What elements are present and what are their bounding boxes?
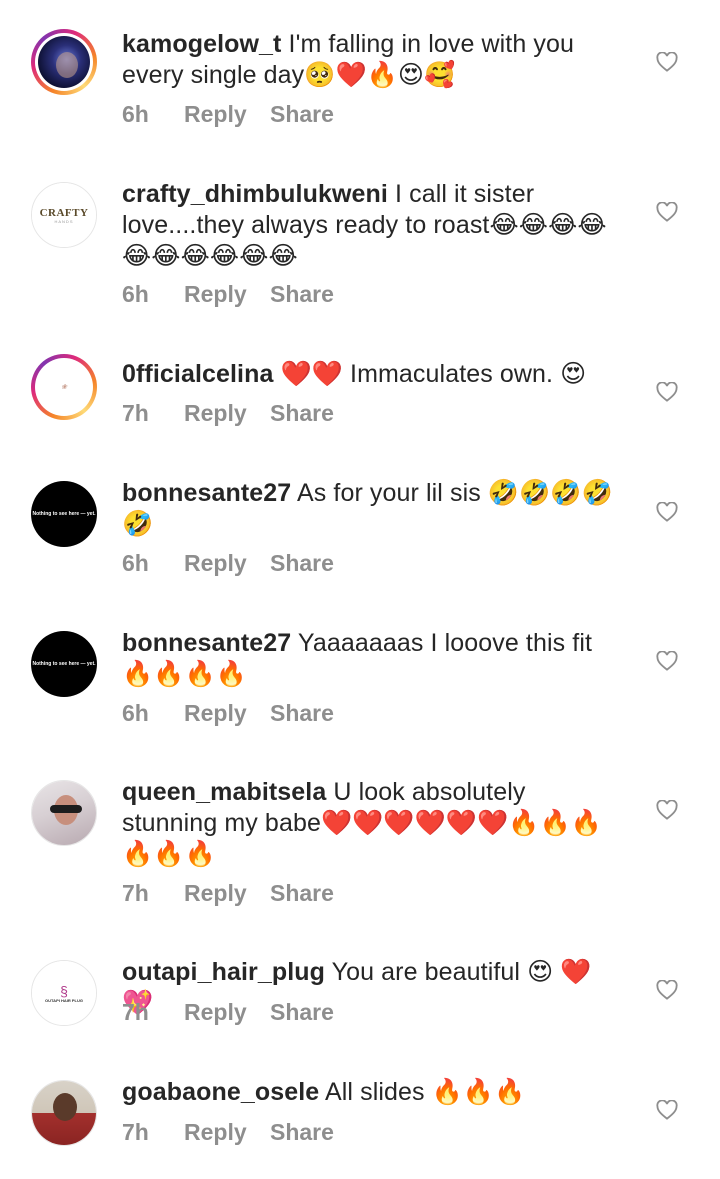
crafty-logo-text: CRAFTY: [39, 206, 89, 219]
heart-outline-icon[interactable]: [656, 980, 678, 1000]
comment-username[interactable]: bonnesante27: [122, 629, 291, 657]
reply-button[interactable]: Reply: [184, 1119, 270, 1146]
comment-actions: 7h Reply Share: [122, 1119, 334, 1146]
comment-actions: 6h Reply Share: [122, 700, 334, 727]
comment-actions: 7h Reply Share: [122, 400, 334, 427]
comment-timestamp: 6h: [122, 700, 149, 726]
heart-outline-icon[interactable]: [656, 1100, 678, 1120]
comment-timestamp: 7h: [122, 999, 149, 1025]
comment-actions: 7h Reply Share: [122, 880, 334, 907]
share-button[interactable]: Share: [270, 101, 334, 128]
comment-timestamp: 7h: [122, 400, 149, 426]
avatar[interactable]: [31, 29, 97, 95]
comment-timestamp: 7h: [122, 880, 149, 906]
comment-text: All slides 🔥🔥🔥: [324, 1078, 526, 1106]
comment-actions: 6h Reply Share: [122, 550, 334, 577]
share-button[interactable]: Share: [270, 1119, 334, 1146]
reply-button[interactable]: Reply: [184, 400, 270, 427]
avatar[interactable]: CRAFTY HANDS: [31, 182, 97, 248]
heart-outline-icon[interactable]: [656, 502, 678, 522]
avatar-placeholder-text: Nothing to see here — yet.: [31, 631, 97, 697]
outapi-logo-mark: §: [60, 982, 68, 999]
share-button[interactable]: Share: [270, 700, 334, 727]
reply-button[interactable]: Reply: [184, 281, 270, 308]
reply-button[interactable]: Reply: [184, 999, 270, 1026]
comment-text-block: queen_mabitsela U look absolutely stunni…: [122, 777, 622, 870]
avatar[interactable]: Nothing to see here — yet.: [31, 481, 97, 547]
reply-button[interactable]: Reply: [184, 700, 270, 727]
comment-text-block: crafty_dhimbulukweni I call it sister lo…: [122, 179, 622, 272]
comment-username[interactable]: bonnesante27: [122, 479, 291, 507]
comment-username[interactable]: queen_mabitsela: [122, 778, 326, 806]
comment-username[interactable]: outapi_hair_plug: [122, 958, 325, 986]
avatar-placeholder-text: Nothing to see here — yet.: [31, 481, 97, 547]
comment-text-block: bonnesante27 Yaaaaaaas I looove this fit…: [122, 628, 622, 690]
comment-username[interactable]: 0fficialcelina: [122, 360, 273, 388]
avatar[interactable]: [31, 1080, 97, 1146]
avatar[interactable]: Nothing to see here — yet.: [31, 631, 97, 697]
share-button[interactable]: Share: [270, 281, 334, 308]
comment-text-block: bonnesante27 As for your lil sis 🤣🤣🤣🤣🤣: [122, 478, 622, 540]
comment-text: ❤️❤️ Immaculates own. 😍: [280, 360, 587, 388]
comment-text-block: 0fficialcelina ❤️❤️ Immaculates own. 😍: [122, 359, 622, 390]
comment-username[interactable]: kamogelow_t: [122, 30, 281, 58]
comment-actions: 6h Reply Share: [122, 281, 334, 308]
avatar[interactable]: [31, 780, 97, 846]
comment-timestamp: 6h: [122, 101, 149, 127]
comment-timestamp: 6h: [122, 550, 149, 576]
heart-outline-icon[interactable]: [656, 52, 678, 72]
comment-actions: 6h Reply Share: [122, 101, 334, 128]
heart-outline-icon[interactable]: [656, 202, 678, 222]
avatar[interactable]: ❀: [31, 354, 97, 420]
heart-outline-icon[interactable]: [656, 800, 678, 820]
avatar[interactable]: § OUTAPI HAIR PLUG: [31, 960, 97, 1026]
reply-button[interactable]: Reply: [184, 101, 270, 128]
comment-actions: 7h Reply Share: [122, 999, 334, 1026]
celina-logo: ❀: [38, 361, 90, 413]
share-button[interactable]: Share: [270, 400, 334, 427]
comment-timestamp: 6h: [122, 281, 149, 307]
share-button[interactable]: Share: [270, 999, 334, 1026]
comment-username[interactable]: goabaone_osele: [122, 1078, 319, 1106]
outapi-logo-text: OUTAPI HAIR PLUG: [45, 997, 83, 1003]
reply-button[interactable]: Reply: [184, 550, 270, 577]
comment-timestamp: 7h: [122, 1119, 149, 1145]
share-button[interactable]: Share: [270, 550, 334, 577]
share-button[interactable]: Share: [270, 880, 334, 907]
comment-username[interactable]: crafty_dhimbulukweni: [122, 180, 388, 208]
reply-button[interactable]: Reply: [184, 880, 270, 907]
comment-text-block: kamogelow_t I'm falling in love with you…: [122, 29, 622, 91]
comment-text-block: goabaone_osele All slides 🔥🔥🔥: [122, 1077, 622, 1108]
heart-outline-icon[interactable]: [656, 382, 678, 402]
heart-outline-icon[interactable]: [656, 651, 678, 671]
crafty-logo-subtext: HANDS: [54, 218, 74, 224]
